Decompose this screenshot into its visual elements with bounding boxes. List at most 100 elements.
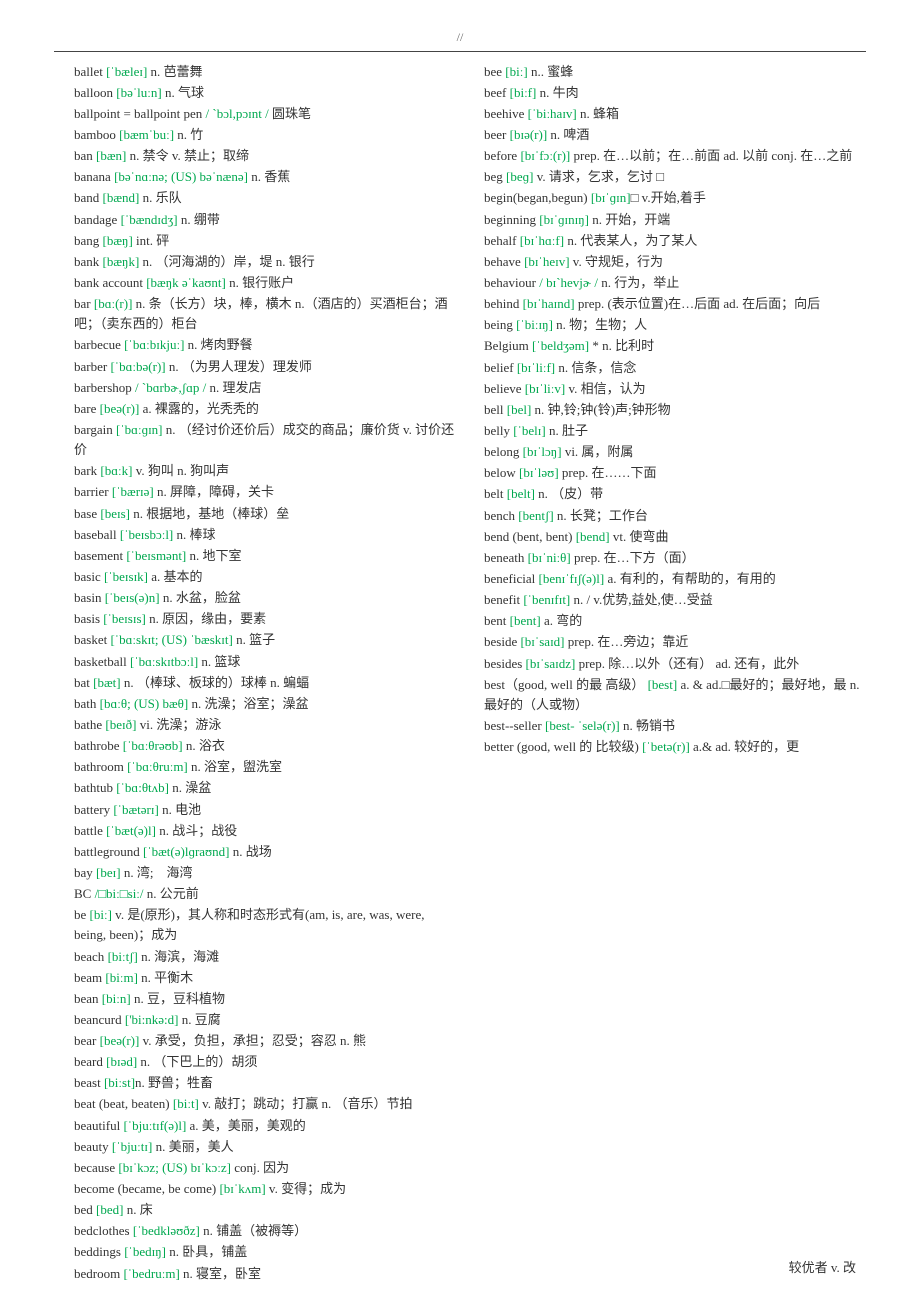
dict-entry: belly [ˈbelɪ] n. 肚子 [484,421,866,441]
headword: bark [74,463,100,478]
headword: basketball [74,654,130,669]
pronunciation: [biːf] [510,85,537,100]
headword: beneficial [484,571,539,586]
dict-entry: basement [ˈbeɪsmənt] n. 地下室 [74,546,456,566]
headword: barrier [74,484,112,499]
dict-entry: bell [bel] n. 钟,铃;钟(铃)声;钟形物 [484,400,866,420]
pronunciation: [bɪˈɡɪn] [591,190,631,205]
dict-entry: banana [bəˈnɑːnə; (US) bəˈnænə] n. 香蕉 [74,167,456,187]
dict-entry: beam [biːm] n. 平衡木 [74,968,456,988]
pronunciation: [ˈbæt(ə)l] [106,823,156,838]
pronunciation: [ˈbeldʒəm] [532,338,589,353]
dict-entry: bench [bentʃ] n. 长凳；工作台 [484,506,866,526]
pronunciation: / ˋbɑrbɚ,ʃɑp / [135,380,206,395]
dict-entry: bend (bent, bent) [bend] vt. 使弯曲 [484,527,866,547]
dict-entry: beancurd ['bi:nkə:d] n. 豆腐 [74,1010,456,1030]
headword: belong [484,444,523,459]
pronunciation: [bel] [507,402,532,417]
definition: n. 平衡木 [138,970,193,985]
headword: belly [484,423,513,438]
definition: n. 钟,铃;钟(铃)声;钟形物 [531,402,670,417]
headword: bamboo [74,127,119,142]
definition: n. 绷带 [178,212,220,227]
pronunciation: [ˈbɑːɡɪn] [116,422,163,437]
headword: belt [484,486,507,501]
dict-entry: base [beɪs] n. 根据地，基地（棒球）垒 [74,504,456,524]
headword: ban [74,148,96,163]
page-header: // [0,0,920,47]
headword: basket [74,632,110,647]
headword: bare [74,401,100,416]
headword: beg [484,169,506,184]
headword: battleground [74,844,143,859]
definition: prep. 除…以外（还有） ad. 还有，此外 [575,656,799,671]
headword: banana [74,169,114,184]
dict-entry: bargain [ˈbɑːɡɪn] n. （经讨价还价后）成交的商品；廉价货 v… [74,420,456,460]
dict-entry: below [bɪˈləʊ] prep. 在……下面 [484,463,866,483]
pronunciation: [ˈbiːɪŋ] [516,317,553,332]
headword: bedroom [74,1266,123,1281]
definition: n. 信条，信念 [555,360,636,375]
definition: prep. 在…以前；在…前面 ad. 以前 conj. 在…之前 [570,148,852,163]
definition: * n. 比利时 [589,338,654,353]
dict-entry: begin(began,begun) [bɪˈɡɪn]□ v.开始,着手 [484,188,866,208]
definition: a. 弯的 [541,613,583,628]
pronunciation: [biːst] [104,1075,135,1090]
definition: prep. 在…下方（面） [571,550,695,565]
dict-entry: bath [bɑːθ; (US) bæθ] n. 洗澡；浴室；澡盆 [74,694,456,714]
pronunciation: ['bi:nkə:d] [125,1012,179,1027]
dict-entry: being [ˈbiːɪŋ] n. 物；生物；人 [484,315,866,335]
headword: beauty [74,1139,112,1154]
pronunciation: [ˈbedruːm] [123,1266,179,1281]
headword: bank account [74,275,146,290]
dict-entry: balloon [bəˈluːn] n. 气球 [74,83,456,103]
dict-entry: beach [biːtʃ] n. 海滨，海滩 [74,947,456,967]
pronunciation: [biːn] [102,991,131,1006]
definition: int. 砰 [133,233,169,248]
pronunciation: [biː] [505,64,527,79]
definition: n. / v.优势,益处,使…受益 [570,592,713,607]
definition: prep. 在……下面 [559,465,657,480]
dict-entry: bamboo [bæmˈbuː] n. 竹 [74,125,456,145]
headword: bent [484,613,510,628]
headword: bar [74,296,94,311]
dict-entry: bandage [ˈbændɪdʒ] n. 绷带 [74,210,456,230]
definition: n. 战场 [230,844,272,859]
definition: n. 禁令 v. 禁止；取缔 [126,148,249,163]
headword: barbershop [74,380,135,395]
dict-entry: basketball [ˈbɑːskɪtbɔːl] n. 篮球 [74,652,456,672]
headword: battery [74,802,113,817]
definition: n. 浴衣 [183,738,225,753]
dict-entry: bee [biː] n.. 蜜蜂 [484,62,866,82]
dict-entry: bay [beɪ] n. 湾; 海湾 [74,863,456,883]
dict-entry: behaviour / bɪˋhevjɚ / n. 行为，举止 [484,273,866,293]
headword: belief [484,360,517,375]
dict-entry: bathe [beɪð] vi. 洗澡；游泳 [74,715,456,735]
pronunciation: [bɪˈsaɪdz] [526,656,576,671]
pronunciation: [beɪs] [100,506,130,521]
dict-entry: barrier [ˈbærɪə] n. 屏障，障碍，关卡 [74,482,456,502]
dict-entry: bark [bɑːk] v. 狗叫 n. 狗叫声 [74,461,456,481]
pronunciation: [bɪˈlɔŋ] [523,444,562,459]
definition: n. 开始，开端 [589,212,670,227]
dict-entry: belt [belt] n. （皮）带 [484,484,866,504]
definition: n. 屏障，障碍，关卡 [154,484,274,499]
pronunciation: [bɪˈliːf] [517,360,555,375]
definition: v. 变得；成为 [266,1181,346,1196]
pronunciation: [biː] [90,907,112,922]
pronunciation: [bend] [576,529,610,544]
pronunciation: [ˈbeɪsmənt] [126,548,186,563]
definition: n. 物；生物；人 [553,317,647,332]
definition: a.& ad. 较好的，更 [690,739,799,754]
dict-entry: band [bænd] n. 乐队 [74,188,456,208]
pronunciation: / ˋbɔl,pɔɪnt / [206,106,269,121]
dict-entry: beneficial [benɪˈfɪʃ(ə)l] a. 有利的，有帮助的，有用… [484,569,866,589]
headword: band [74,190,103,205]
pronunciation: [bɪˈliːv] [525,381,565,396]
pronunciation: /□biː□siː/ [95,886,144,901]
dict-entry: because [bɪˈkɔz; (US) bɪˈkɔːz] conj. 因为 [74,1158,456,1178]
pronunciation: [ˈbedɪŋ] [124,1244,166,1259]
pronunciation: [bæŋk əˈkaʊnt] [146,275,226,290]
definition: a. 基本的 [148,569,203,584]
headword: best--seller [484,718,545,733]
